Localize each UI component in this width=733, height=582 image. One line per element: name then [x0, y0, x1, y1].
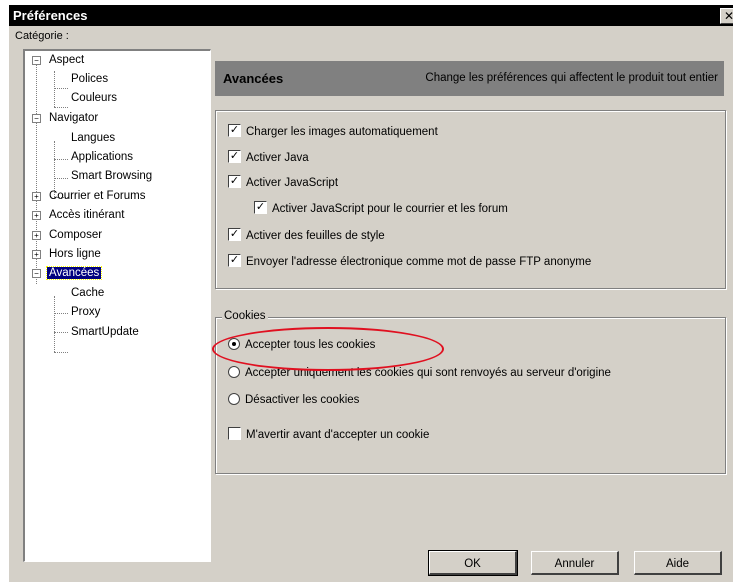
- option-label: M'avertir avant d'accepter un cookie: [246, 429, 430, 441]
- expand-icon[interactable]: +: [32, 192, 41, 201]
- option-label: Activer des feuilles de style: [246, 230, 385, 242]
- option-label: Activer Java: [246, 152, 309, 164]
- checkbox[interactable]: ✓: [228, 254, 241, 268]
- option-enable-java[interactable]: ✓ Activer Java: [228, 149, 309, 167]
- tree-item-aspect[interactable]: − Aspect: [31, 51, 86, 69]
- option-javascript-mail[interactable]: ✓ Activer JavaScript pour le courrier et …: [254, 200, 508, 218]
- option-label: Charger les images automatiquement: [246, 126, 438, 138]
- option-load-images[interactable]: ✓ Charger les images automatiquement: [228, 123, 438, 141]
- option-stylesheets[interactable]: ✓ Activer des feuilles de style: [228, 227, 385, 245]
- tree-item-label: Hors ligne: [49, 248, 101, 260]
- tree-item-navigator[interactable]: − Navigator: [31, 109, 100, 127]
- category-label: Catégorie :: [15, 30, 69, 42]
- radio-button[interactable]: [228, 337, 240, 350]
- option-label: Activer JavaScript: [246, 177, 339, 189]
- tree-item-proxy[interactable]: Proxy: [69, 303, 102, 321]
- expand-icon[interactable]: +: [32, 211, 41, 220]
- expand-icon[interactable]: +: [32, 231, 41, 240]
- tree-item-smart-browsing[interactable]: Smart Browsing: [69, 167, 154, 185]
- tree-item-label: Smart Browsing: [71, 170, 153, 182]
- tree-item-label: Avancées: [45, 266, 103, 280]
- tree-item-label: Navigator: [49, 112, 99, 124]
- radio-button[interactable]: [228, 365, 240, 378]
- tree-item-label: SmartUpdate: [71, 326, 139, 338]
- radio-label: Accepter uniquement les cookies qui sont…: [245, 367, 611, 379]
- tree-item-label: Langues: [71, 132, 116, 144]
- tree-item-hors-ligne[interactable]: + Hors ligne: [31, 245, 103, 263]
- cancel-button[interactable]: Annuler: [531, 551, 619, 575]
- collapse-icon[interactable]: −: [32, 269, 41, 278]
- radio-label: Désactiver les cookies: [245, 394, 360, 406]
- checkbox[interactable]: ✓: [228, 175, 241, 189]
- collapse-icon[interactable]: −: [32, 56, 41, 65]
- tree-item-label: Polices: [71, 73, 109, 85]
- panel-description: Change les préférences qui affectent le …: [425, 72, 718, 84]
- tree-item-label: Accès itinérant: [49, 209, 125, 221]
- tree-item-label: Courrier et Forums: [49, 190, 146, 202]
- preferences-dialog: Préférences ✕ Catégorie : − Aspect Polic…: [9, 5, 733, 582]
- tree-item-label: Couleurs: [71, 92, 118, 104]
- checkbox[interactable]: ✓: [228, 228, 241, 242]
- radio-accept-origin-cookies[interactable]: Accepter uniquement les cookies qui sont…: [228, 364, 611, 382]
- checkbox[interactable]: [228, 427, 241, 441]
- ok-button[interactable]: OK: [428, 550, 518, 576]
- radio-disable-cookies[interactable]: Désactiver les cookies: [228, 391, 359, 409]
- panel-header: Avancées Change les préférences qui affe…: [215, 61, 724, 96]
- tree-item-polices[interactable]: Polices: [69, 70, 110, 88]
- tree-item-langues[interactable]: Langues: [69, 129, 117, 147]
- panel-title: Avancées: [223, 71, 284, 86]
- tree-item-cache[interactable]: Cache: [69, 284, 106, 302]
- option-warn-cookie[interactable]: M'avertir avant d'accepter un cookie: [228, 426, 429, 444]
- tree-item-label: Composer: [49, 229, 103, 241]
- tree-item-label: Cache: [71, 287, 105, 299]
- checkbox[interactable]: ✓: [254, 201, 267, 215]
- tree-item-label: Applications: [71, 151, 134, 163]
- option-label: Envoyer l'adresse électronique comme mot…: [246, 256, 592, 268]
- tree-item-courrier-forums[interactable]: + Courrier et Forums: [31, 187, 148, 205]
- help-button[interactable]: Aide: [634, 551, 722, 575]
- radio-accept-all-cookies[interactable]: Accepter tous les cookies: [228, 336, 375, 354]
- category-tree[interactable]: − Aspect Polices Couleurs − Navigator La…: [23, 49, 211, 562]
- title-bar[interactable]: Préférences ✕: [9, 5, 733, 26]
- tree-item-applications[interactable]: Applications: [69, 148, 135, 166]
- checkbox[interactable]: ✓: [228, 150, 241, 164]
- tree-item-label: Proxy: [71, 306, 101, 318]
- tree-item-avancees[interactable]: − Avancées: [31, 264, 103, 282]
- tree-item-acces-itinerant[interactable]: + Accès itinérant: [31, 206, 126, 224]
- checkbox[interactable]: ✓: [228, 124, 241, 138]
- tree-item-label: Aspect: [49, 54, 85, 66]
- radio-label: Accepter tous les cookies: [245, 339, 376, 351]
- cookies-legend: Cookies: [222, 310, 268, 322]
- close-icon[interactable]: ✕: [720, 8, 733, 24]
- option-enable-javascript[interactable]: ✓ Activer JavaScript: [228, 174, 338, 192]
- collapse-icon[interactable]: −: [32, 114, 41, 123]
- tree-item-couleurs[interactable]: Couleurs: [69, 89, 119, 107]
- options-box: ✓ Charger les images automatiquement ✓ Act…: [215, 110, 726, 289]
- tree-item-composer[interactable]: + Composer: [31, 226, 104, 244]
- expand-icon[interactable]: +: [32, 250, 41, 259]
- option-label: Activer JavaScript pour le courrier et l…: [272, 203, 508, 215]
- tree-item-smartupdate[interactable]: SmartUpdate: [69, 323, 141, 341]
- option-ftp-email[interactable]: ✓ Envoyer l'adresse électronique comme mo…: [228, 253, 591, 271]
- window-title: Préférences: [13, 8, 88, 23]
- radio-button[interactable]: [228, 392, 240, 405]
- cookies-group: Cookies Accepter tous les cookies Accept…: [215, 310, 726, 474]
